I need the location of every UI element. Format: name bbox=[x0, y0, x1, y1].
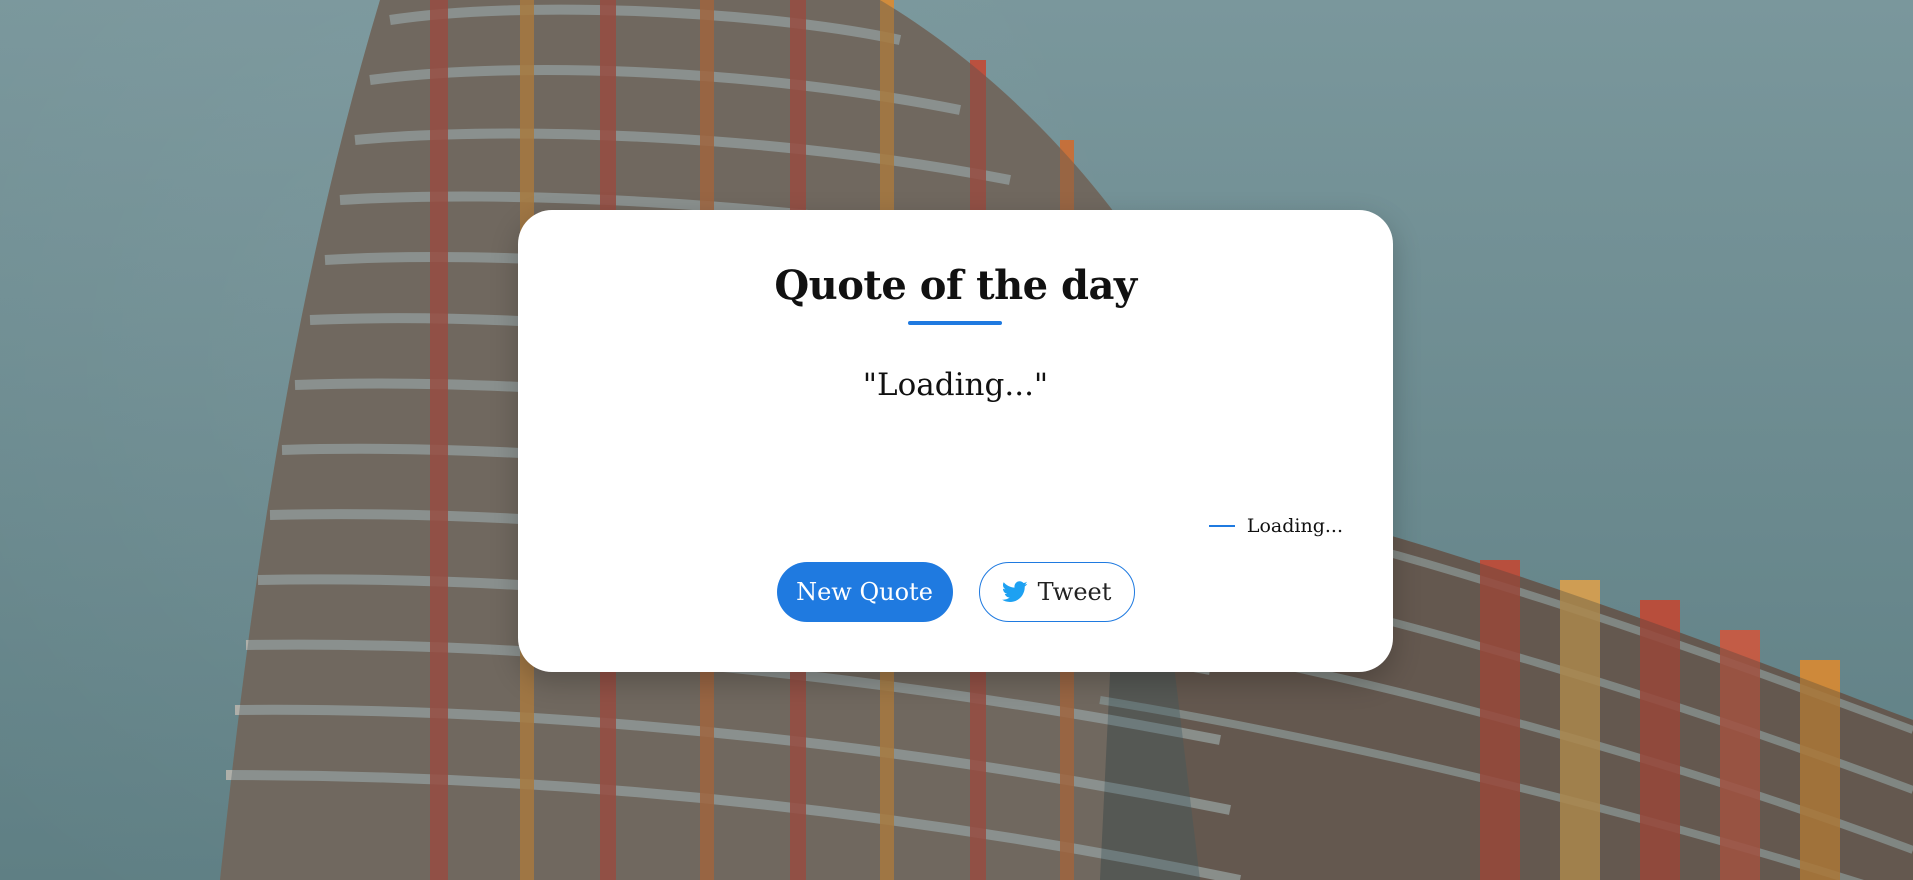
quote-text: "Loading..." bbox=[862, 367, 1049, 403]
new-quote-label: New Quote bbox=[796, 578, 933, 606]
tweet-label: Tweet bbox=[1037, 578, 1112, 606]
tweet-button[interactable]: Tweet bbox=[978, 562, 1135, 622]
quote-author: Loading... bbox=[1208, 515, 1343, 537]
action-buttons: New Quote Tweet bbox=[518, 562, 1393, 622]
quote-card: Quote of the day "Loading..." Loading...… bbox=[518, 210, 1393, 672]
author-dash bbox=[1208, 525, 1235, 527]
new-quote-button[interactable]: New Quote bbox=[776, 562, 953, 622]
title-underline bbox=[908, 321, 1002, 325]
twitter-icon bbox=[1001, 581, 1028, 603]
page-title: Quote of the day bbox=[774, 262, 1137, 309]
author-name: Loading... bbox=[1246, 515, 1343, 537]
